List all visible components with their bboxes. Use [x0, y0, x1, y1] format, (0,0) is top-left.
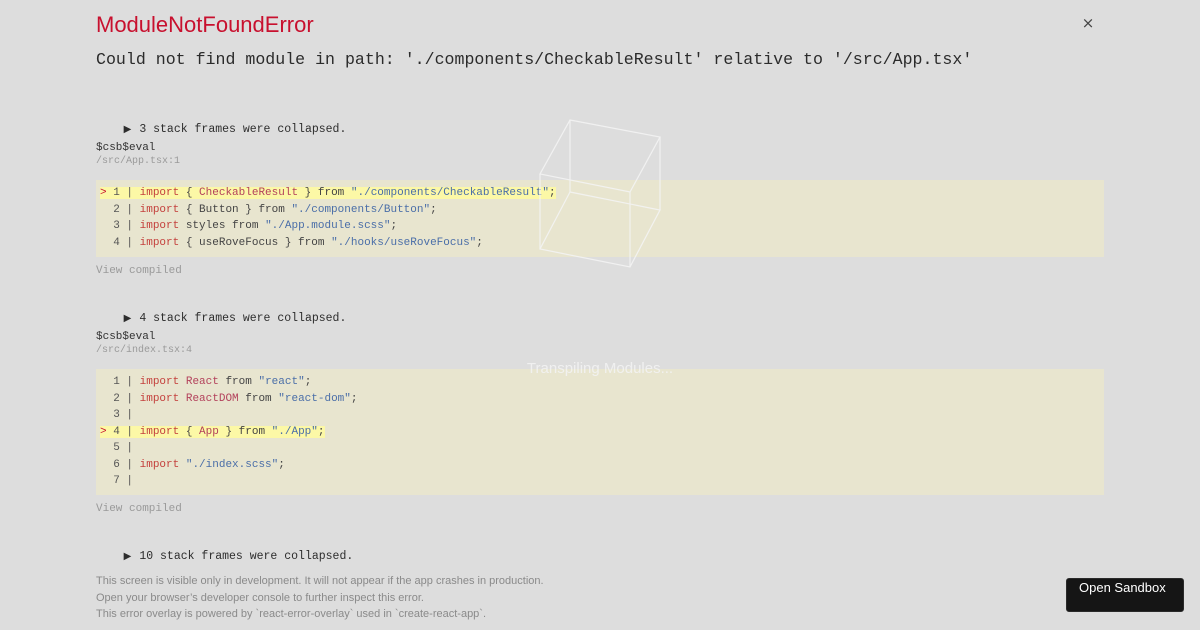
- code-token: App: [199, 425, 219, 438]
- line-number: 1 |: [106, 376, 140, 388]
- view-compiled-link[interactable]: View compiled: [96, 502, 182, 516]
- code-token: "react": [258, 376, 305, 388]
- code-token: } from: [298, 187, 351, 199]
- code-token: import: [139, 236, 180, 249]
- code-line: > 1 | import { CheckableResult } from ".…: [100, 185, 1104, 202]
- line-number: 4 |: [106, 236, 140, 249]
- code-token: "./App.module.scss": [265, 220, 391, 232]
- footer-line: This screen is visible only in developme…: [96, 575, 544, 587]
- code-token: ;: [278, 458, 285, 471]
- code-token: "./index.scss": [185, 458, 279, 471]
- code-token: } from: [218, 425, 272, 438]
- code-token: import: [139, 376, 180, 388]
- line-marker: [100, 376, 107, 388]
- code-token: ;: [304, 376, 312, 388]
- code-token: "./App": [271, 425, 318, 438]
- line-marker: [100, 204, 107, 216]
- error-message: Could not find module in path: './compon…: [96, 50, 973, 69]
- line-number: 1 |: [106, 187, 140, 199]
- code-snippet: 1 | import React from "react"; 2 | impor…: [96, 369, 1104, 495]
- code-token: "react-dom": [278, 392, 351, 405]
- line-number: 3 |: [106, 409, 140, 421]
- collapsed-frames-label: 3 stack frames were collapsed.: [139, 123, 347, 136]
- code-token: ;: [390, 220, 398, 232]
- open-sandbox-button[interactable]: Open Sandbox: [1066, 578, 1184, 612]
- code-line: 1 | import React from "react";: [100, 374, 1104, 391]
- line-number: 5 |: [106, 442, 140, 454]
- code-token: import: [139, 425, 180, 438]
- code-token: styles from: [179, 220, 266, 232]
- code-token: ;: [350, 392, 358, 405]
- code-line: 3 | import styles from "./App.module.scs…: [100, 218, 1104, 235]
- view-compiled-link[interactable]: View compiled: [96, 264, 182, 278]
- code-token: from: [238, 392, 279, 405]
- frame-location: /src/index.tsx:4: [96, 345, 193, 356]
- code-token: ReactDOM: [185, 392, 239, 405]
- line-number: 7 |: [106, 475, 140, 487]
- line-marker: [100, 459, 107, 471]
- code-token: {: [179, 187, 200, 199]
- line-marker: >: [100, 187, 107, 199]
- triangle-right-icon: ▶: [123, 124, 132, 135]
- code-token: import: [139, 187, 180, 199]
- code-line: > 4 | import { App } from "./App";: [100, 424, 1104, 441]
- triangle-right-icon: ▶: [123, 551, 132, 562]
- code-line: 6 | import "./index.scss";: [100, 457, 1104, 474]
- line-number: 4 |: [106, 425, 140, 438]
- code-token: React: [185, 376, 219, 388]
- code-token: import: [139, 203, 180, 216]
- error-title: ModuleNotFoundError: [96, 12, 314, 37]
- code-line: 3 |: [100, 407, 1104, 424]
- overlay-footer: This screen is visible only in developme…: [96, 573, 544, 623]
- error-overlay: ModuleNotFoundError × Could not find mod…: [96, 0, 1104, 630]
- line-number: 2 |: [106, 203, 140, 216]
- code-token: import: [139, 220, 180, 232]
- line-marker: [100, 409, 107, 421]
- close-icon[interactable]: ×: [1078, 12, 1098, 34]
- code-token: "./components/Button": [291, 203, 431, 216]
- line-marker: >: [100, 425, 107, 438]
- footer-line: This error overlay is powered by `react-…: [96, 608, 487, 620]
- line-marker: [100, 475, 107, 487]
- code-token: {: [179, 425, 200, 438]
- frame-function-name: $csb$eval: [96, 331, 156, 343]
- code-line: 2 | import ReactDOM from "react-dom";: [100, 391, 1104, 408]
- frame-location: /src/App.tsx:1: [96, 156, 181, 167]
- code-token: ;: [430, 203, 437, 216]
- code-token: from: [218, 376, 259, 388]
- footer-line: Open your browser’s developer console to…: [96, 591, 424, 604]
- collapsed-frames-label: 10 stack frames were collapsed.: [139, 550, 354, 563]
- code-token: ;: [317, 425, 325, 438]
- code-token: ;: [476, 236, 483, 249]
- code-line: 5 |: [100, 440, 1104, 457]
- collapsed-frames-label: 4 stack frames were collapsed.: [139, 312, 347, 325]
- code-token: ;: [548, 187, 556, 199]
- line-marker: [100, 442, 107, 454]
- code-token: { Button } from: [179, 203, 292, 216]
- line-number: 6 |: [106, 458, 140, 471]
- code-token: import: [139, 392, 180, 405]
- line-number: 3 |: [106, 220, 140, 232]
- line-number: 2 |: [106, 392, 140, 405]
- line-marker: [100, 220, 107, 232]
- triangle-right-icon: ▶: [123, 313, 132, 324]
- code-line: 2 | import { Button } from "./components…: [100, 202, 1104, 219]
- code-token: "./components/CheckableResult": [350, 187, 549, 199]
- code-token: CheckableResult: [199, 187, 299, 199]
- code-token: import: [139, 458, 180, 471]
- code-line: 4 | import { useRoveFocus } from "./hook…: [100, 235, 1104, 252]
- code-token: "./hooks/useRoveFocus": [331, 236, 477, 249]
- frame-function-name: $csb$eval: [96, 142, 156, 154]
- line-marker: [100, 393, 107, 405]
- line-marker: [100, 237, 107, 249]
- code-token: { useRoveFocus } from: [179, 236, 332, 249]
- code-line: 7 |: [100, 473, 1104, 490]
- code-snippet: > 1 | import { CheckableResult } from ".…: [96, 180, 1104, 257]
